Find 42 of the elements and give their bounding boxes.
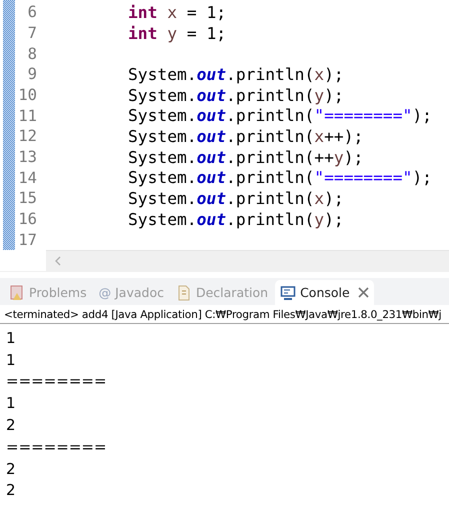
code-line: System.out.println("========");: [128, 168, 432, 188]
line-number: 12: [17, 127, 37, 146]
horizontal-scrollbar[interactable]: [46, 250, 449, 271]
view-tab[interactable]: Console: [275, 280, 374, 305]
close-icon[interactable]: [358, 287, 369, 298]
view-tab[interactable]: Declaration: [170, 280, 274, 305]
console-output-line: 1: [6, 394, 16, 412]
console-output-line: 2: [6, 460, 16, 478]
console-output-line: ========: [6, 438, 107, 456]
code-line: System.out.println(++y);: [128, 148, 364, 167]
view-tab[interactable]: @ Javadoc: [94, 280, 169, 305]
code-line: System.out.println(x);: [128, 188, 344, 208]
line-number: 10: [17, 86, 37, 104]
line-number: 14: [17, 168, 37, 187]
line-number: 7: [26, 24, 37, 42]
console-output-line: 1: [6, 328, 16, 347]
line-number: 15: [17, 189, 37, 208]
line-number: 9: [26, 65, 37, 84]
scroll-left-icon[interactable]: [54, 256, 62, 266]
line-number: 16: [17, 210, 37, 228]
line-number: 17: [17, 230, 37, 249]
console-output-line: 2: [6, 416, 16, 434]
line-number: 8: [26, 44, 37, 63]
code-line: System.out.println(y);: [128, 86, 344, 105]
monitor-icon: [280, 284, 296, 300]
line-number: 13: [17, 148, 37, 166]
line-number: 6: [26, 3, 37, 22]
at-icon: @: [98, 285, 112, 300]
code-line: int y = 1;: [128, 24, 226, 42]
console-output-line: 2: [6, 481, 16, 500]
line-number: 11: [17, 106, 37, 125]
code-line: int x = 1;: [128, 2, 226, 22]
code-line: System.out.println(x++);: [128, 126, 364, 146]
console-output-line: ========: [6, 372, 107, 390]
console-status: <terminated> add4 [Java Application] C:₩Program Files₩Java₩jre1.8.0_231₩bin₩j: [0, 305, 449, 324]
code-line: System.out.println("========");: [128, 106, 432, 126]
warning-icon: [9, 284, 25, 300]
console-output-line: 1: [6, 350, 16, 369]
code-line: System.out.println(x);: [128, 64, 344, 84]
code-line: System.out.println(y);: [128, 210, 344, 229]
view-tab[interactable]: Problems: [4, 280, 92, 305]
document-icon: [176, 284, 192, 300]
